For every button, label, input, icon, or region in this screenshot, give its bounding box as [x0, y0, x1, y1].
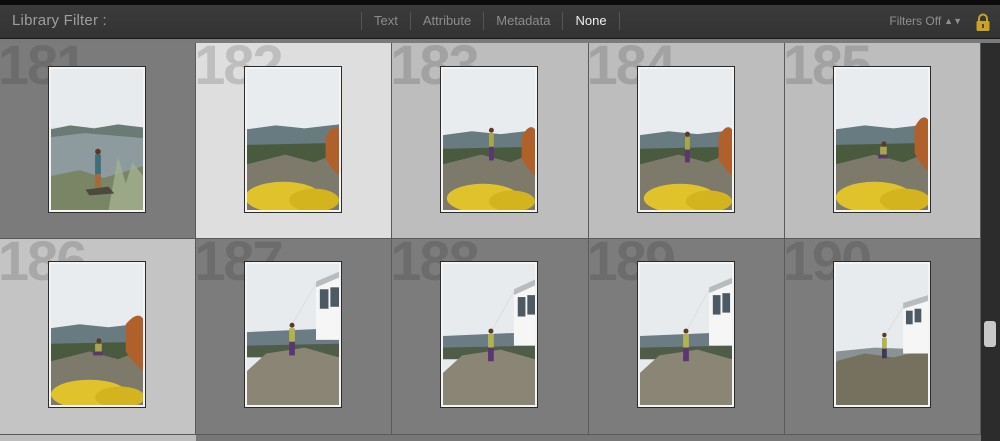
grid-cell[interactable]: 189 [588, 239, 785, 435]
grid-cell[interactable]: 187 [196, 239, 393, 435]
lookout-photo [247, 264, 340, 405]
filter-tabs: Text Attribute Metadata None [361, 9, 620, 33]
lake-photo [51, 69, 143, 210]
lookout-photo [443, 264, 536, 405]
lock-icon[interactable] [975, 13, 991, 32]
tab-metadata[interactable]: Metadata [483, 12, 562, 30]
yellow-flowers-person-photo [639, 69, 732, 210]
grid-cell-partial [784, 435, 981, 441]
grid-cell[interactable]: 183 [392, 43, 589, 239]
grid-cell-partial [0, 435, 197, 441]
photo-thumbnail[interactable] [440, 261, 539, 408]
library-filter-bar: Library Filter : Text Attribute Metadata… [0, 5, 1000, 39]
tab-attribute[interactable]: Attribute [409, 12, 483, 30]
grid-cell[interactable]: 188 [392, 239, 589, 435]
photo-thumbnail[interactable] [636, 66, 735, 213]
updown-arrows-icon: ▲▼ [944, 16, 962, 26]
scrollbar-thumb[interactable] [984, 321, 996, 347]
photo-grid: 181 182 183 184 185 186 187 188 189 190 [0, 43, 981, 441]
photo-thumbnail[interactable] [244, 261, 343, 408]
library-filter-title: Library Filter : [12, 12, 107, 29]
yellow-flowers-person-photo [443, 69, 536, 210]
grid-cell[interactable]: 186 [0, 239, 197, 435]
photo-thumbnail[interactable] [244, 66, 343, 213]
photo-thumbnail[interactable] [832, 261, 931, 408]
lookout-photo [639, 264, 732, 405]
photo-thumbnail[interactable] [48, 66, 146, 213]
grid-cell[interactable]: 185 [784, 43, 981, 239]
grid-cell-partial [392, 435, 589, 441]
yellow-flowers-sitting-photo [51, 264, 143, 405]
filters-off-label: Filters Off [889, 14, 942, 28]
photo-thumbnail[interactable] [48, 261, 146, 408]
tab-none[interactable]: None [562, 12, 620, 30]
photo-thumbnail[interactable] [440, 66, 539, 213]
grid-cell-partial [196, 435, 393, 441]
filters-off-dropdown[interactable]: Filters Off ▲▼ [889, 14, 962, 28]
grid-cell-partial [588, 435, 785, 441]
photo-thumbnail[interactable] [636, 261, 735, 408]
vertical-scrollbar[interactable] [981, 43, 1000, 441]
lookout-wide-photo [835, 264, 928, 405]
yellow-flowers-photo [247, 69, 340, 210]
tab-text[interactable]: Text [361, 12, 410, 30]
grid-cell[interactable]: 190 [784, 239, 981, 435]
grid-cell[interactable]: 182 [196, 43, 393, 239]
grid-cell[interactable]: 184 [588, 43, 785, 239]
grid-cell[interactable]: 181 [0, 43, 197, 239]
yellow-flowers-sitting-photo [835, 69, 928, 210]
photo-thumbnail[interactable] [832, 66, 931, 213]
